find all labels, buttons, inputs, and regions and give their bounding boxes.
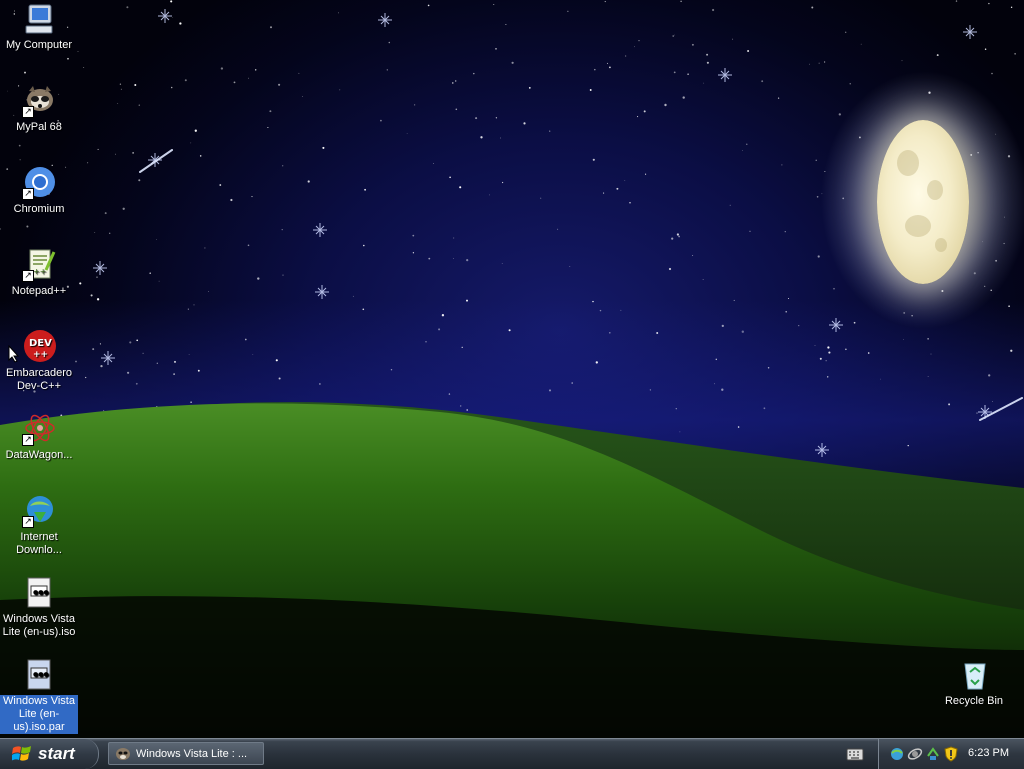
iso-file-icon: ●●● <box>22 658 56 692</box>
svg-text:++: ++ <box>33 350 48 360</box>
taskbar-button-label: Windows Vista Lite : ... <box>136 747 248 760</box>
windows-flag-icon <box>12 746 31 761</box>
svg-text:++: ++ <box>33 267 46 276</box>
mouse-cursor-icon <box>8 345 20 363</box>
desktop-icon-label: Internet Downlo... <box>16 531 62 556</box>
desktop-icon-chromium[interactable]: ↗ Chromium <box>0 166 78 216</box>
desktop-icon-notepad-plus-plus[interactable]: ++ ↗ Notepad++ <box>0 248 78 298</box>
desktop-icon-label: MyPal 68 <box>16 121 62 133</box>
shortcut-arrow-icon: ↗ <box>22 270 34 282</box>
desktop-icon-label: DataWagon... <box>5 449 73 461</box>
desktop-icon-label: Windows Vista Lite (en-us).iso <box>2 613 76 638</box>
chromium-icon: ↗ <box>22 166 56 200</box>
svg-text:●●●: ●●● <box>33 671 49 678</box>
desktop-icon-mypal[interactable]: ↗ MyPal 68 <box>0 84 78 134</box>
datawagon-icon: ↗ <box>22 412 56 446</box>
desktop-icon-label: Chromium <box>13 203 65 215</box>
security-shield-icon[interactable] <box>943 746 959 762</box>
shortcut-arrow-icon: ↗ <box>22 106 34 118</box>
iso-file-icon: ●●● <box>22 576 56 610</box>
start-button[interactable]: start <box>0 739 99 769</box>
desktop-icon-label: Embarcadero Dev-C++ <box>5 367 73 392</box>
desktop-icon-datawagon[interactable]: ↗ DataWagon... <box>0 412 78 462</box>
shortcut-arrow-icon: ↗ <box>22 188 34 200</box>
svg-text:DEV: DEV <box>29 338 52 349</box>
desktop-icon-label: Notepad++ <box>11 285 67 297</box>
wallpaper-hills <box>0 402 1024 738</box>
raccoon-browser-icon <box>116 747 130 760</box>
raccoon-browser-icon: ↗ <box>22 84 56 118</box>
taskbar: start Windows Vista Lite : ... 6:23 PM <box>0 738 1024 769</box>
svg-text:●●●: ●●● <box>33 589 49 596</box>
desktop-icon-iso-par-file[interactable]: ●●● Windows Vista Lite (en-us).iso.par <box>0 658 78 734</box>
recycle-bin-icon <box>957 658 991 692</box>
internet-download-manager-icon: ↗ <box>22 494 56 528</box>
notepad-plus-plus-icon: ++ ↗ <box>22 248 56 282</box>
my-computer-icon <box>22 2 56 36</box>
desktop[interactable]: My Computer ↗ MyPal 68 ↗ Chromium ++ ↗ N… <box>0 0 1024 738</box>
start-label: start <box>38 744 75 763</box>
desktop-icon-label: Recycle Bin <box>944 695 1004 707</box>
desktop-icon-internet-download-manager[interactable]: ↗ Internet Downlo... <box>0 494 78 557</box>
network-icon[interactable] <box>889 746 905 762</box>
desktop-icon-label: Windows Vista Lite (en-us).iso.par <box>0 695 78 734</box>
desktop-icon-iso-file[interactable]: ●●● Windows Vista Lite (en-us).iso <box>0 576 78 639</box>
keyboard-icon[interactable] <box>846 747 864 761</box>
sync-icon[interactable] <box>925 746 941 762</box>
desktop-icon-recycle-bin[interactable]: Recycle Bin <box>935 658 1013 708</box>
satellite-icon[interactable] <box>907 746 923 762</box>
clock[interactable]: 6:23 PM <box>968 747 1009 759</box>
system-tray: 6:23 PM <box>878 739 1024 769</box>
desktop-icon-label: My Computer <box>5 39 73 51</box>
shortcut-arrow-icon: ↗ <box>22 434 34 446</box>
taskbar-button-windows-vista-lite[interactable]: Windows Vista Lite : ... <box>108 742 264 765</box>
dev-cpp-icon: DEV ++ <box>22 330 56 364</box>
desktop-icon-my-computer[interactable]: My Computer <box>0 2 78 52</box>
shortcut-arrow-icon: ↗ <box>22 516 34 528</box>
